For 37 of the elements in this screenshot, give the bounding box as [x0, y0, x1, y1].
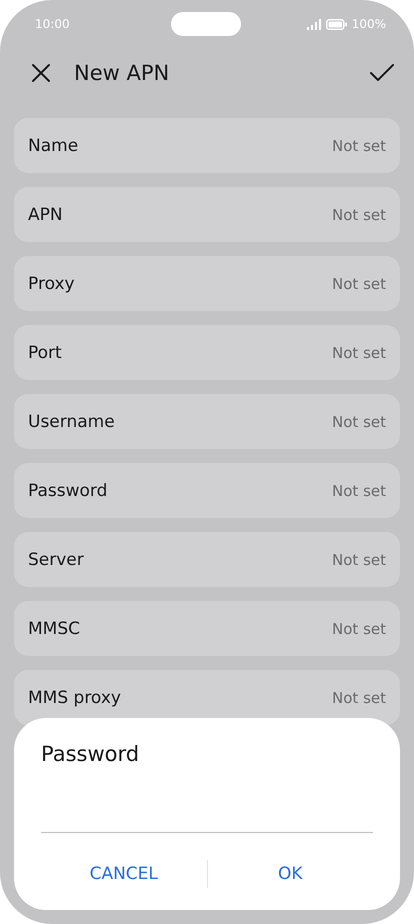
field-label: Server [28, 550, 84, 570]
field-label: Password [28, 480, 108, 500]
field-label: MMSC [28, 618, 80, 638]
battery-percent: 100% [352, 17, 386, 31]
field-value: Not set [332, 136, 386, 154]
status-time: 10:00 [35, 17, 70, 31]
settings-row[interactable]: Username Not set [14, 394, 400, 449]
field-label: Proxy [28, 274, 75, 294]
field-value: Not set [332, 344, 386, 362]
field-label: Port [28, 342, 62, 362]
settings-row[interactable]: Password Not set [14, 463, 400, 518]
settings-row[interactable]: Server Not set [14, 532, 400, 587]
field-value: Not set [332, 412, 386, 430]
signal-icon [306, 18, 321, 30]
field-value: Not set [332, 206, 386, 224]
field-value: Not set [332, 620, 386, 638]
field-label: Username [28, 412, 115, 432]
field-value: Not set [332, 482, 386, 500]
field-value: Not set [332, 274, 386, 292]
battery-icon [326, 18, 347, 30]
dialog-button[interactable]: CANCEL [41, 860, 206, 888]
settings-row[interactable]: Name Not set [14, 118, 400, 173]
page-title: New APN [74, 61, 170, 85]
dialog-button[interactable]: OK [208, 860, 373, 888]
field-value: Not set [332, 688, 386, 706]
field-label: APN [28, 204, 63, 224]
close-icon[interactable] [31, 63, 51, 83]
settings-row[interactable]: APN Not set [14, 187, 400, 242]
dialog-title: Password [41, 742, 140, 766]
field-value: Not set [332, 550, 386, 568]
settings-row[interactable]: Port Not set [14, 325, 400, 380]
field-label: MMS proxy [28, 688, 121, 708]
settings-row[interactable]: Proxy Not set [14, 256, 400, 311]
settings-row[interactable]: MMSC Not set [14, 601, 400, 656]
camera-cutout [171, 12, 241, 36]
field-label: Name [28, 136, 78, 156]
check-icon[interactable] [370, 64, 394, 82]
